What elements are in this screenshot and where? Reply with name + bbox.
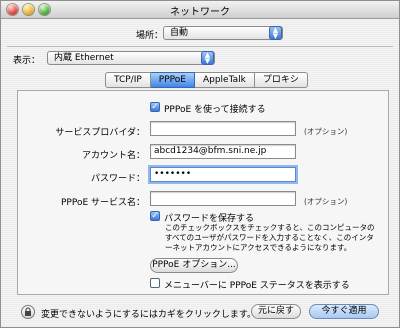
location-value: 自動 bbox=[170, 28, 189, 38]
show-label: 表示： bbox=[13, 56, 41, 66]
location-popup[interactable]: 自動 ▲ ▼ bbox=[163, 26, 283, 40]
separator bbox=[7, 46, 393, 47]
account-label: アカウント名： bbox=[81, 151, 145, 161]
tab-proxy[interactable]: プロキシ bbox=[254, 72, 308, 88]
revert-button[interactable]: 元に戻す bbox=[251, 304, 301, 319]
apply-now-button[interactable]: 今すぐ適用 bbox=[309, 304, 379, 319]
location-label: 場所： bbox=[136, 31, 164, 41]
pppoe-connect-label: PPPoE を使って接続する bbox=[164, 105, 266, 115]
show-popup[interactable]: 内蔵 Ethernet ▲ ▼ bbox=[47, 51, 215, 65]
pppoe-connect-checkbox[interactable]: ✓ bbox=[150, 102, 160, 112]
save-password-checkbox[interactable]: ✓ bbox=[150, 211, 160, 221]
password-label: パスワード： bbox=[90, 174, 145, 184]
save-password-description: このチェックボックスをチェックすると、このコンピュータの すべてのユーザがパスワ… bbox=[165, 223, 375, 253]
desc-line: すべてのユーザがパスワードを入力することなく、このインタ bbox=[165, 233, 374, 242]
provider-label: サービスプロバイダ： bbox=[55, 128, 145, 138]
menubar-status-label: メニューバーに PPPoE ステータスを表示する bbox=[164, 281, 350, 291]
desc-line: このチェックボックスをチェックすると、このコンピュータの bbox=[165, 223, 375, 232]
desc-line: ーネットアカウントにアクセスできるようになります。 bbox=[165, 243, 352, 252]
title-bar: ネットワーク bbox=[1, 1, 399, 19]
provider-field[interactable] bbox=[150, 121, 296, 136]
network-preferences-window: ネットワーク 場所： 自動 ▲ ▼ 表示： 内蔵 Ethernet ▲ ▼ TCP/… bbox=[0, 0, 400, 328]
popup-arrows-icon: ▲ ▼ bbox=[269, 26, 282, 40]
password-field[interactable]: ••••••• bbox=[150, 167, 296, 182]
optional-note: (オプション) bbox=[304, 197, 348, 206]
show-value: 内蔵 Ethernet bbox=[54, 53, 114, 63]
optional-note: (オプション) bbox=[304, 127, 348, 136]
service-label: PPPoE サービス名： bbox=[60, 198, 145, 208]
tab-appletalk[interactable]: AppleTalk bbox=[194, 72, 255, 88]
popup-arrows-icon: ▲ ▼ bbox=[201, 51, 214, 65]
menubar-status-checkbox[interactable] bbox=[150, 278, 160, 288]
account-field[interactable]: abcd1234@bfm.sni.ne.jp bbox=[150, 144, 296, 159]
tab-pppoe[interactable]: PPPoE bbox=[150, 72, 195, 88]
service-field[interactable] bbox=[150, 191, 296, 206]
lock-button[interactable] bbox=[21, 305, 35, 319]
lock-icon bbox=[25, 307, 31, 316]
tab-tcpip[interactable]: TCP/IP bbox=[105, 72, 151, 88]
tab-bar: TCP/IP PPPoE AppleTalk プロキシ bbox=[105, 72, 308, 88]
lock-hint: 変更できないようにするにはカギをクリックします。 bbox=[41, 310, 257, 320]
window-title: ネットワーク bbox=[170, 7, 230, 18]
pppoe-options-button[interactable]: PPPoE オプション... bbox=[150, 258, 238, 273]
